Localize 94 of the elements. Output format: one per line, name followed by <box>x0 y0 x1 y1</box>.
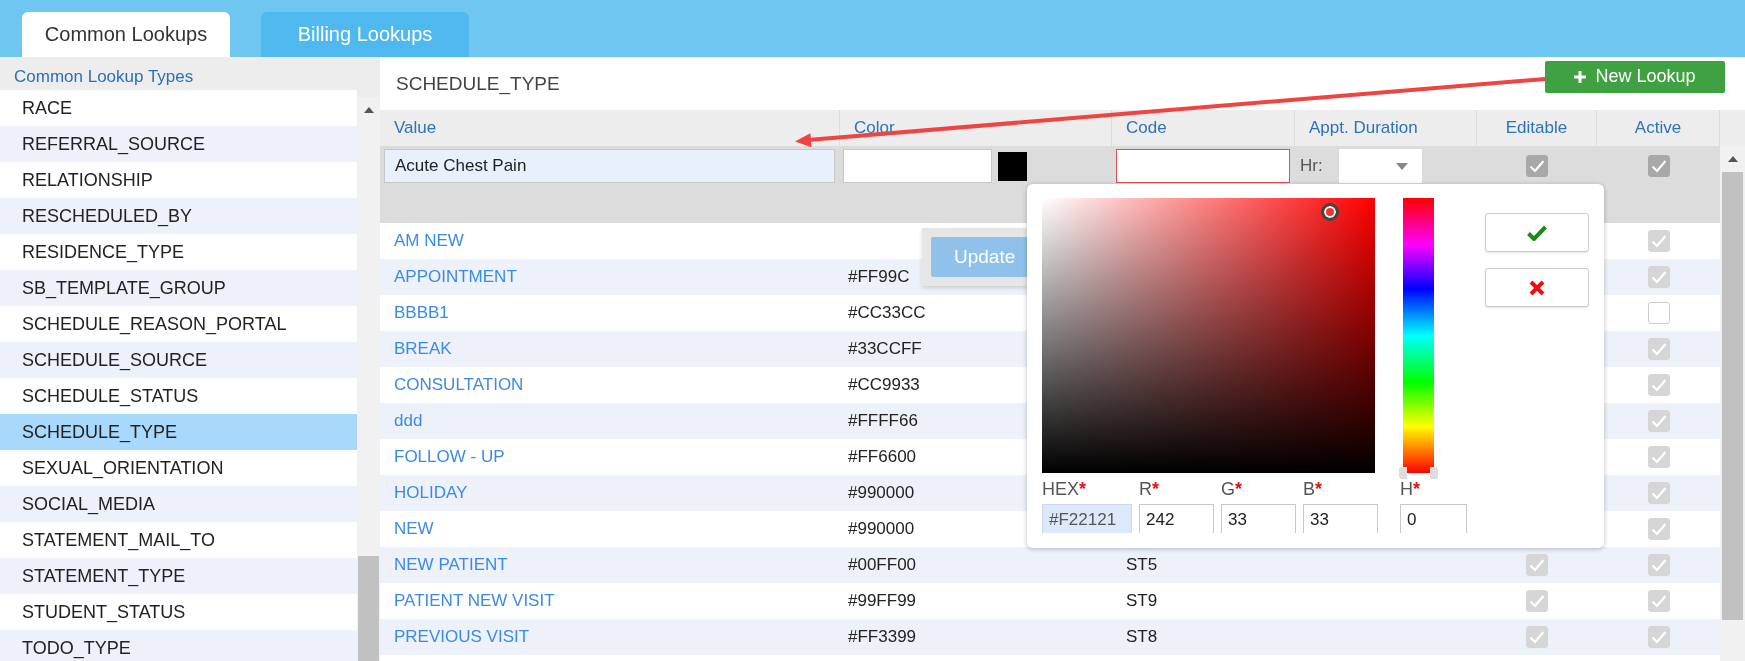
field-label: B* <box>1303 478 1324 500</box>
sidebar-item[interactable]: SCHEDULE_TYPE <box>0 414 357 450</box>
sidebar-item[interactable]: SB_TEMPLATE_GROUP <box>0 270 357 306</box>
lookup-value-link[interactable]: FOLLOW - UP <box>394 447 505 467</box>
check-icon <box>1529 558 1545 572</box>
lookup-value-link[interactable]: PATIENT NEW VISIT <box>394 591 555 611</box>
value-input[interactable]: Acute Chest Pain <box>384 149 835 183</box>
scrollbar[interactable] <box>357 97 380 661</box>
scrollbar-thumb[interactable] <box>1722 172 1743 620</box>
sidebar-item[interactable]: STATEMENT_TYPE <box>0 558 357 594</box>
sidebar-item[interactable]: SCHEDULE_SOURCE <box>0 342 357 378</box>
check-icon <box>1650 558 1667 572</box>
code-text: ST5 <box>1126 555 1158 575</box>
color-value-input[interactable]: 0 <box>1400 504 1467 533</box>
checkbox[interactable] <box>1647 518 1670 540</box>
color-value-input[interactable]: 33 <box>1303 504 1378 533</box>
color-code: #33CCFF <box>848 339 922 359</box>
sidebar-item[interactable]: TODO_TYPE <box>0 630 357 661</box>
color-marker-icon[interactable] <box>1320 203 1339 221</box>
lookup-type-title: SCHEDULE_TYPE <box>396 72 560 95</box>
color-code: #990000 <box>848 519 915 539</box>
sidebar-item[interactable]: REFERRAL_SOURCE <box>0 126 357 162</box>
color-code: #FF99C <box>848 267 910 287</box>
checkbox[interactable] <box>1526 554 1548 576</box>
color-code: #00FF00 <box>848 555 917 575</box>
check-icon <box>1650 414 1667 428</box>
color-value-input[interactable]: 242 <box>1139 504 1214 533</box>
checkbox[interactable] <box>1647 338 1670 360</box>
checkbox[interactable] <box>1647 410 1670 432</box>
hue-slider-handle[interactable] <box>1399 467 1439 479</box>
lookup-value-link[interactable]: NEW <box>394 519 434 539</box>
checkbox[interactable] <box>1647 155 1670 177</box>
check-icon <box>1529 159 1545 173</box>
cancel-button[interactable] <box>1485 268 1589 307</box>
checkbox[interactable] <box>1647 374 1670 396</box>
sidebar-item[interactable]: RESCHEDULED_BY <box>0 198 357 234</box>
scrollbar[interactable] <box>1720 146 1745 661</box>
check-icon <box>1529 594 1545 608</box>
color-code: #99FF99 <box>848 591 917 611</box>
checkbox[interactable] <box>1647 446 1670 468</box>
color-value-input[interactable]: #F22121 <box>1042 504 1132 533</box>
checkbox[interactable] <box>1647 230 1670 252</box>
field-label: R* <box>1139 478 1160 500</box>
code-input[interactable] <box>1116 149 1290 183</box>
check-icon <box>1650 630 1667 644</box>
scroll-up-icon[interactable] <box>1727 156 1738 162</box>
checkbox[interactable] <box>1647 626 1670 648</box>
lookup-value-link[interactable]: CONSULTATION <box>394 375 524 395</box>
field-label: H* <box>1400 478 1421 500</box>
scrollbar-thumb[interactable] <box>358 556 379 661</box>
check-icon <box>1650 594 1667 608</box>
checkbox[interactable] <box>1526 590 1548 612</box>
checkbox[interactable] <box>1647 554 1670 576</box>
check-icon <box>1650 522 1667 536</box>
color-code: #990000 <box>848 483 915 503</box>
color-code: #CC9933 <box>848 375 920 395</box>
check-icon <box>1650 486 1667 500</box>
scroll-up-icon[interactable] <box>363 107 374 113</box>
field-label: HEX* <box>1042 478 1088 500</box>
lookup-value-link[interactable]: AM NEW <box>394 231 464 251</box>
color-code: #CC33CC <box>848 303 926 323</box>
checkbox[interactable] <box>1647 590 1670 612</box>
plus-icon <box>1574 70 1587 83</box>
sidebar-item[interactable]: SOCIAL_MEDIA <box>0 486 357 522</box>
tab[interactable]: Common Lookups <box>22 12 230 57</box>
saturation-value-area[interactable] <box>1042 198 1376 473</box>
check-icon <box>1650 159 1667 173</box>
check-icon <box>1650 450 1667 464</box>
lookup-value-link[interactable]: BBBB1 <box>394 303 449 323</box>
color-input[interactable] <box>843 149 992 183</box>
checkbox[interactable] <box>1526 626 1548 648</box>
checkbox[interactable] <box>1647 482 1670 504</box>
close-icon <box>1529 279 1545 296</box>
code-text: ST8 <box>1126 627 1158 647</box>
hours-label: Hr: <box>1300 156 1323 176</box>
color-code: #FF3399 <box>848 627 917 647</box>
checkbox[interactable] <box>1526 155 1548 177</box>
color-value-input[interactable]: 33 <box>1221 504 1296 533</box>
check-icon <box>1650 342 1667 356</box>
code-text: ST9 <box>1126 591 1158 611</box>
confirm-button[interactable] <box>1485 213 1589 252</box>
field-label: G* <box>1221 478 1244 500</box>
color-code: #FF6600 <box>848 447 917 467</box>
check-icon <box>1650 270 1667 284</box>
hours-select[interactable] <box>1338 149 1422 183</box>
check-icon <box>1650 234 1667 248</box>
color-code: #FFFF66 <box>848 411 918 431</box>
checkbox[interactable] <box>1647 266 1670 288</box>
color-swatch[interactable] <box>998 151 1027 181</box>
check-icon <box>1650 378 1667 392</box>
checkbox[interactable] <box>1647 302 1670 324</box>
check-icon <box>1529 630 1545 644</box>
check-icon <box>1527 224 1547 241</box>
caret-icon <box>1395 162 1408 170</box>
